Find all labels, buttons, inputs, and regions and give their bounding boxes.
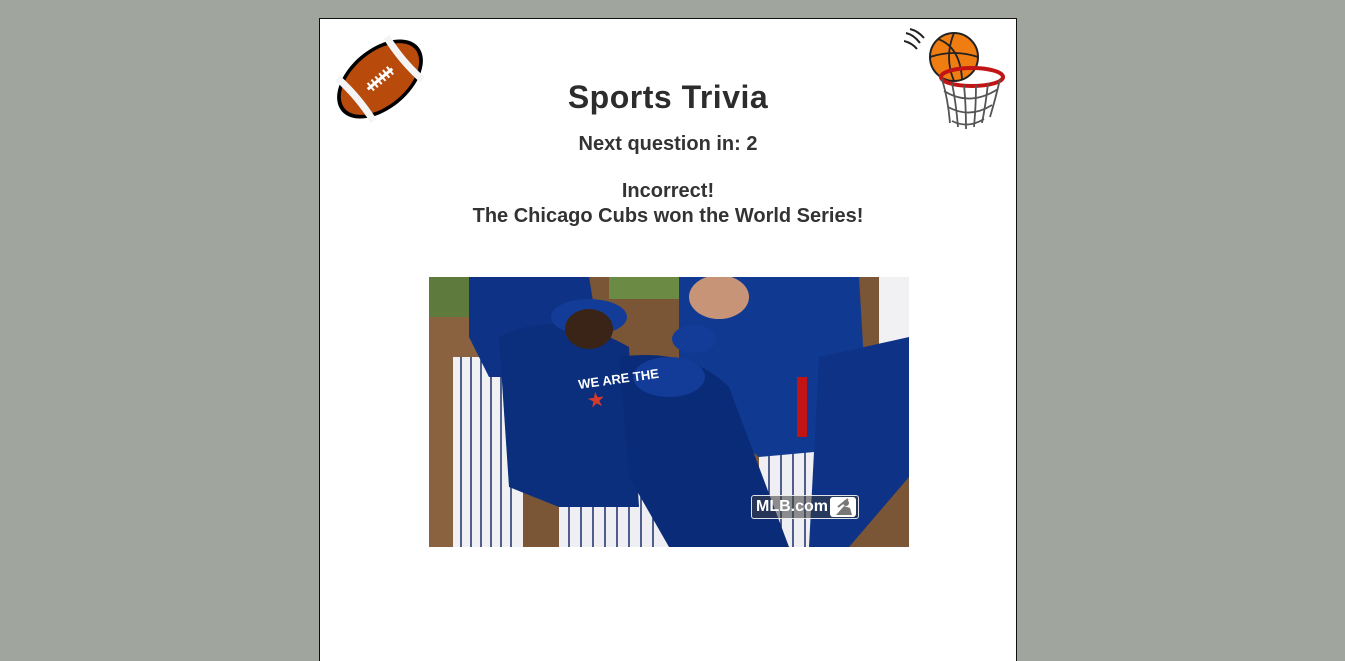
- trivia-panel: Sports Trivia Next question in: 2 Incorr…: [319, 18, 1017, 661]
- mlb-watermark: MLB.com: [751, 495, 859, 519]
- next-question-countdown: Next question in: 2: [578, 133, 758, 155]
- result-status: Incorrect!: [621, 180, 715, 202]
- celebration-gif: WE ARE THE ★ MLB.com: [429, 277, 909, 547]
- answer-result: Incorrect! The Chicago Cubs won the Worl…: [320, 179, 1016, 229]
- result-answer: The Chicago Cubs won the World Series!: [472, 205, 864, 227]
- watermark-text: MLB.com: [756, 498, 828, 515]
- mlb-logo-icon: [830, 497, 856, 517]
- page-title: Sports Trivia: [567, 79, 769, 115]
